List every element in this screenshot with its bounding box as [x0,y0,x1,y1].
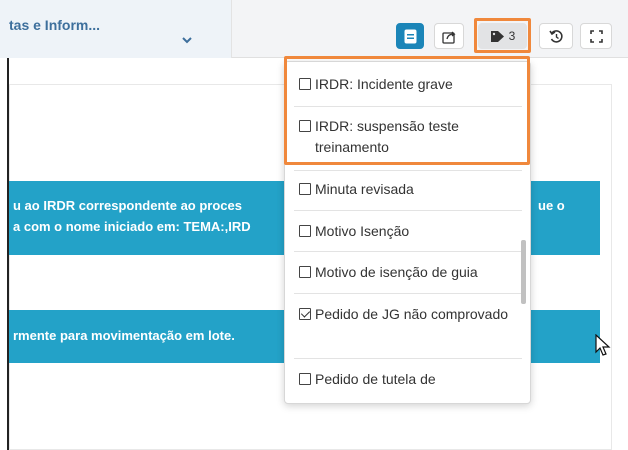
menu-divider [294,210,522,211]
tag-option-label: Pedido de tutela de [315,371,436,387]
menu-divider [294,293,522,294]
top-toolbar: tas e Inform... 3 [0,0,628,58]
fullscreen-button[interactable] [580,23,612,49]
checkbox[interactable] [299,225,311,237]
tags-button-highlight [474,18,531,53]
document-icon [404,29,416,43]
breadcrumb-tab[interactable]: tas e Inform... [0,0,232,58]
history-button[interactable] [539,23,573,49]
menu-divider [294,358,522,359]
tag-option-motivo-isencao-guia[interactable]: Motivo de isenção de guia [285,262,521,283]
checkbox[interactable] [299,183,311,195]
tag-option-label: Pedido de JG não comprovado [315,306,509,322]
tag-option-label: Motivo de isenção de guia [315,264,478,280]
chevron-down-icon[interactable] [176,30,198,50]
banner-text-line1: u ao IRDR correspondente ao proces [13,198,242,213]
tag-option-label: Motivo Isenção [315,223,410,239]
menu-divider [294,170,522,171]
tag-option-pedido-tutela[interactable]: Pedido de tutela de [285,369,521,390]
checkbox-checked[interactable] [299,308,311,320]
banner-text-line2: a com o nome iniciado em: TEMA:,IRD [13,219,251,234]
share-button[interactable] [434,23,464,49]
checkbox[interactable] [299,373,311,385]
tag-option-motivo-isencao[interactable]: Motivo Isenção [285,221,521,242]
irdr-options-highlight [284,56,530,165]
document-view-button[interactable] [396,23,424,49]
tag-option-pedido-jg[interactable]: Pedido de JG não comprovado [285,304,521,325]
breadcrumb-title: tas e Inform... [9,17,101,33]
tag-option-minuta-revisada[interactable]: Minuta revisada [285,179,521,200]
banner-text: rmente para movimentação em lote. [13,328,235,343]
tag-option-label: Minuta revisada [315,181,414,197]
dropdown-scrollbar[interactable] [521,240,526,304]
menu-divider [294,251,522,252]
share-icon [441,31,456,44]
banner-text-line1-right: ue o [538,198,565,213]
history-icon [548,29,563,43]
expand-icon [589,29,603,43]
mouse-cursor-icon [595,334,611,356]
checkbox[interactable] [299,266,311,278]
